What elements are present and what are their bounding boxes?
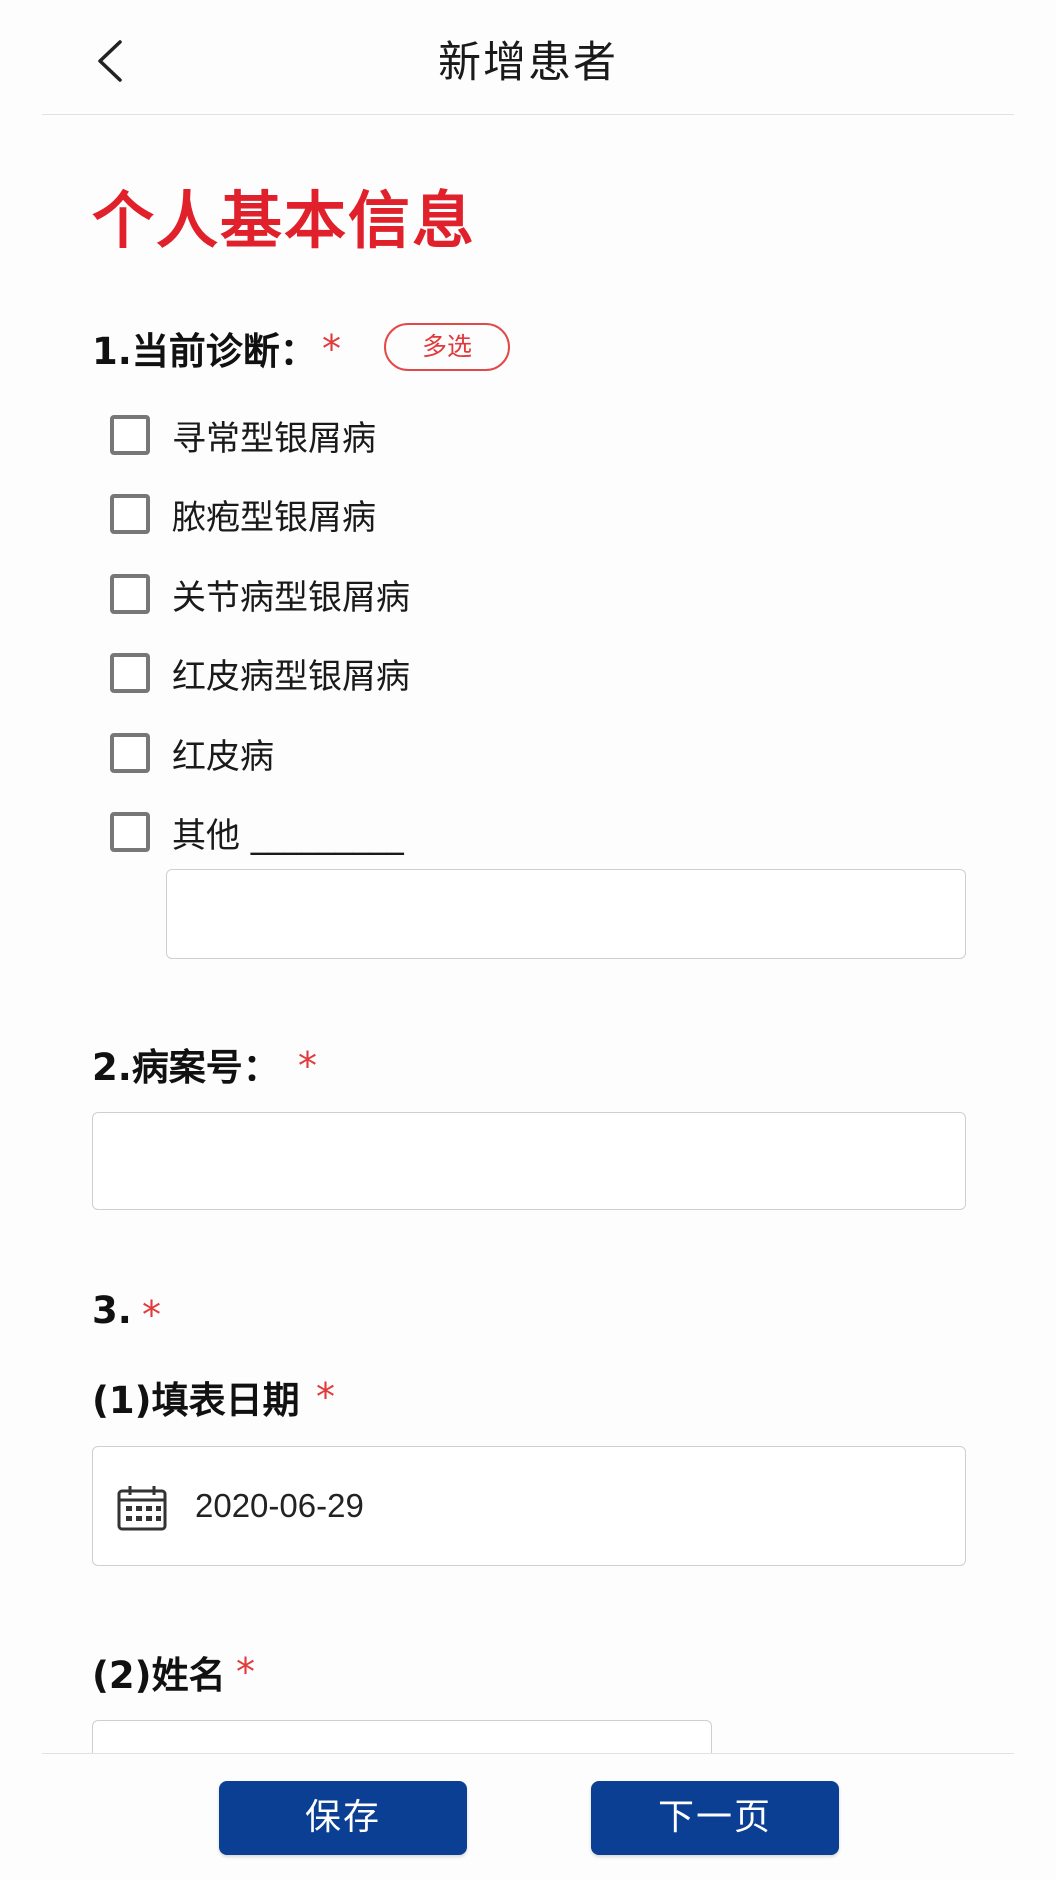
next-page-button[interactable]: 下一页	[591, 1781, 839, 1855]
checkbox[interactable]	[110, 415, 150, 455]
diagnosis-option-5[interactable]: 红皮病	[108, 727, 274, 779]
option-label: 脓疱型银屑病	[172, 497, 376, 538]
checkbox[interactable]	[110, 574, 150, 614]
question-3-required-mark: *	[142, 1293, 161, 1337]
diagnosis-option-3[interactable]: 关节病型银屑病	[108, 568, 410, 620]
section-title: 个人基本信息	[92, 184, 477, 257]
option-label: 关节病型银屑病	[172, 577, 410, 618]
checkbox[interactable]	[110, 733, 150, 773]
checkbox[interactable]	[110, 494, 150, 534]
fill-date-required-mark: *	[316, 1375, 335, 1419]
option-label: 红皮病型银屑病	[172, 656, 410, 697]
page-title: 新增患者	[438, 38, 618, 88]
save-button[interactable]: 保存	[219, 1781, 467, 1855]
multi-select-badge: 多选	[384, 323, 510, 371]
option-label: 寻常型银屑病	[172, 418, 376, 459]
case-number-input[interactable]	[93, 1113, 965, 1209]
option-label: 其他 _________	[172, 815, 404, 856]
case-number-field[interactable]	[92, 1112, 966, 1210]
checkbox[interactable]	[110, 812, 150, 852]
name-required-mark: *	[236, 1650, 255, 1694]
diagnosis-option-other[interactable]: 其他 _________	[108, 806, 404, 858]
case-number-label: 2.病案号：	[92, 1046, 280, 1089]
fill-date-value: 2020-06-29	[195, 1487, 364, 1524]
name-input[interactable]	[93, 1721, 711, 1753]
fill-date-label: (1)填表日期	[92, 1379, 300, 1422]
diagnosis-label: 1.当前诊断：	[92, 330, 317, 373]
fill-date-field[interactable]: 2020-06-29	[92, 1446, 966, 1566]
diagnosis-option-2[interactable]: 脓疱型银屑病	[108, 488, 376, 540]
calendar-icon	[117, 1486, 167, 1531]
checkbox[interactable]	[110, 653, 150, 693]
other-diagnosis-field[interactable]	[166, 869, 966, 959]
other-diagnosis-input[interactable]	[167, 870, 965, 958]
name-field[interactable]	[92, 1720, 712, 1753]
case-number-required-mark: *	[298, 1044, 317, 1088]
name-label: (2)姓名	[92, 1654, 226, 1697]
question-3-label: 3.	[92, 1289, 132, 1332]
diagnosis-required-mark: *	[322, 327, 341, 371]
new-patient-page: 新增患者 个人基本信息 1.当前诊断： * 多选 寻常型银屑病 脓疱型银屑病 关…	[0, 0, 1056, 1880]
bottom-action-bar: 保存 下一页	[42, 1753, 1014, 1880]
diagnosis-option-1[interactable]: 寻常型银屑病	[108, 409, 376, 461]
top-bar: 新增患者	[42, 0, 1014, 115]
form-content[interactable]: 个人基本信息 1.当前诊断： * 多选 寻常型银屑病 脓疱型银屑病 关节病型银屑…	[0, 115, 1056, 1753]
diagnosis-option-4[interactable]: 红皮病型银屑病	[108, 647, 410, 699]
option-label: 红皮病	[172, 736, 274, 777]
